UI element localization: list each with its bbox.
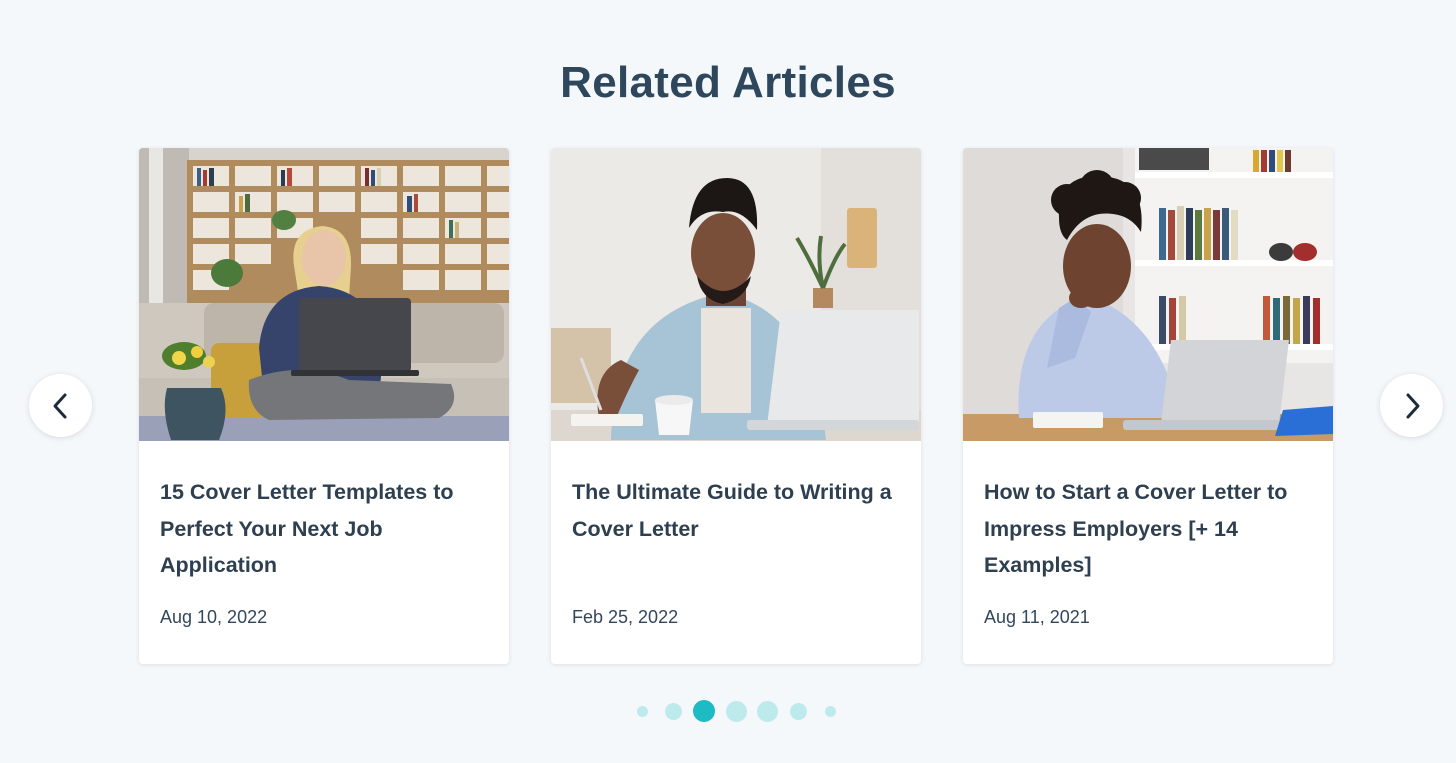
pagination-dot[interactable] xyxy=(824,705,836,717)
carousel-pagination xyxy=(0,699,1456,723)
pagination-dot[interactable] xyxy=(756,700,778,722)
article-card[interactable]: The Ultimate Guide to Writing a Cover Le… xyxy=(551,148,921,664)
article-image-woman-thinking[interactable] xyxy=(963,148,1333,441)
article-image-woman-sofa[interactable] xyxy=(139,148,509,441)
carousel-prev-button[interactable] xyxy=(29,374,92,437)
article-title[interactable]: How to Start a Cover Letter to Impress E… xyxy=(984,474,1314,584)
article-date: Aug 11, 2021 xyxy=(984,607,1090,627)
chevron-left-icon xyxy=(53,393,66,418)
article-carousel: 15 Cover Letter Templates to Perfect You… xyxy=(139,148,1333,664)
article-card[interactable]: 15 Cover Letter Templates to Perfect You… xyxy=(139,148,509,664)
article-card[interactable]: How to Start a Cover Letter to Impress E… xyxy=(963,148,1333,664)
article-date: Aug 10, 2022 xyxy=(160,607,268,627)
pagination-dot[interactable] xyxy=(725,700,747,722)
article-title[interactable]: The Ultimate Guide to Writing a Cover Le… xyxy=(572,474,902,547)
carousel-next-button[interactable] xyxy=(1380,374,1443,437)
pagination-dot[interactable] xyxy=(664,702,682,720)
pagination-dot-active[interactable] xyxy=(693,700,715,722)
article-date: Feb 25, 2022 xyxy=(572,607,679,627)
pagination-dot[interactable] xyxy=(789,702,807,720)
article-image-man-writing[interactable] xyxy=(551,148,921,441)
pagination-dot[interactable] xyxy=(636,705,648,717)
article-title[interactable]: 15 Cover Letter Templates to Perfect You… xyxy=(160,474,490,584)
chevron-right-icon xyxy=(1406,393,1419,418)
section-title: Related Articles xyxy=(560,58,896,107)
